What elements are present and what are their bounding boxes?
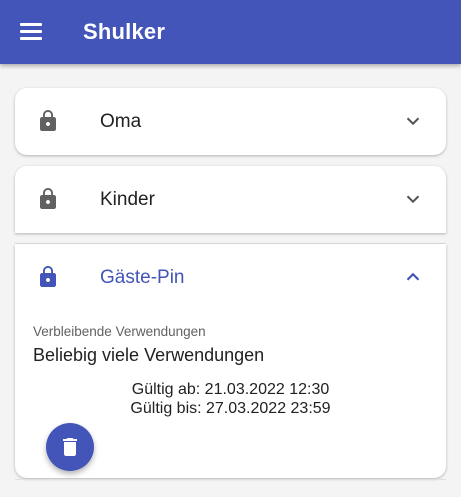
app-title: Shulker — [83, 19, 166, 44]
chevron-down-icon[interactable] — [402, 110, 424, 132]
pin-name: Oma — [100, 111, 142, 132]
pin-card-kinder[interactable] — [15, 166, 446, 233]
lock-icon — [40, 110, 56, 131]
valid-until: Gültig bis: 27.03.2022 23:59 — [130, 400, 331, 417]
pin-card-oma[interactable] — [15, 88, 446, 155]
lock-icon — [40, 266, 56, 287]
pin-name[interactable]: Gäste-Pin — [100, 267, 184, 289]
pin-name: Kinder — [100, 189, 155, 210]
app-bar: Shulker — [0, 0, 461, 64]
chevron-up-icon[interactable] — [402, 266, 424, 288]
valid-from: Gültig ab: 21.03.2022 12:30 — [131, 381, 330, 398]
delete-button[interactable] — [46, 423, 94, 471]
menu-icon[interactable] — [18, 22, 44, 42]
lock-icon — [40, 188, 56, 209]
uses-value: Beliebig viele Verwendungen — [33, 345, 265, 365]
divider — [15, 479, 446, 480]
trash-icon — [63, 438, 77, 456]
chevron-down-icon[interactable] — [402, 188, 424, 210]
uses-label: Verbleibende Verwendungen — [33, 324, 206, 339]
